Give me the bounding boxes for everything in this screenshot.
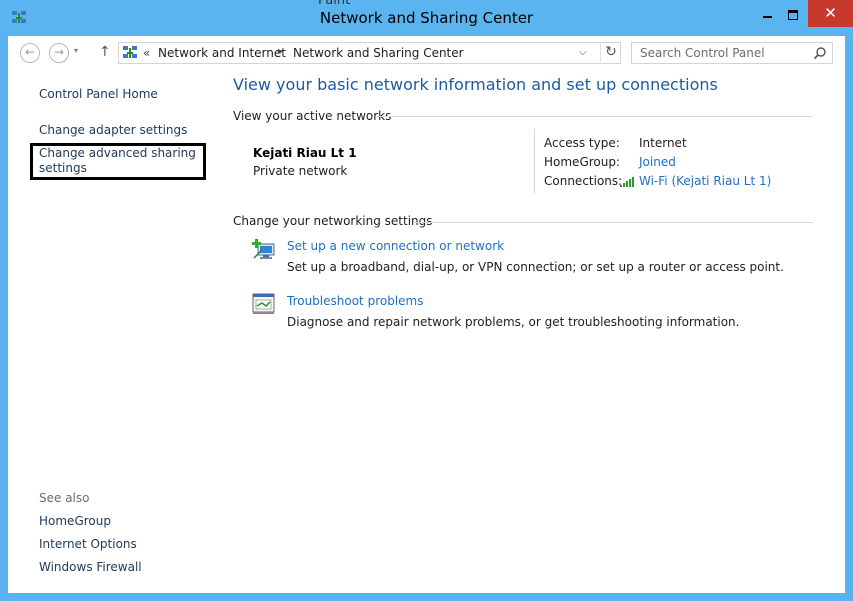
windows-firewall-link[interactable]: Windows Firewall: [39, 560, 142, 574]
see-also-heading: See also: [39, 491, 90, 505]
highlight-annotation-box: [30, 143, 206, 180]
troubleshoot-problems-link[interactable]: Troubleshoot problems: [287, 294, 423, 308]
wifi-connection-link[interactable]: Wi-Fi (Kejati Riau Lt 1): [639, 174, 771, 188]
address-dropdown-icon[interactable]: ⌵: [579, 47, 587, 58]
setup-new-connection-link[interactable]: Set up a new connection or network: [287, 239, 504, 253]
close-button[interactable]: ✕: [808, 0, 853, 27]
address-bar[interactable]: « Network and Internet ▸ Network and Sha…: [118, 42, 621, 64]
network-name: Kejati Riau Lt 1: [253, 146, 357, 160]
minimize-button[interactable]: [755, 0, 781, 30]
refresh-button[interactable]: ↻: [600, 42, 621, 64]
close-icon: ✕: [824, 4, 837, 22]
troubleshoot-problems-description: Diagnose and repair network problems, or…: [287, 315, 740, 329]
internet-options-link[interactable]: Internet Options: [39, 537, 137, 551]
window-title: Network and Sharing Center: [319, 9, 534, 27]
navigation-bar: ← → ▾ ↑ « Network and Internet ▸ Network…: [8, 36, 845, 70]
title-bar[interactable]: Paint Network and Sharing Center ✕: [0, 0, 853, 36]
breadcrumb-network-and-internet[interactable]: Network and Internet: [158, 46, 286, 60]
vertical-divider: [534, 129, 535, 193]
homegroup-label: HomeGroup:: [544, 155, 621, 169]
forward-button[interactable]: →: [49, 43, 69, 63]
breadcrumb-separator-icon[interactable]: ▸: [278, 46, 283, 57]
access-type-label: Access type:: [544, 136, 620, 150]
background-window-title: Paint: [318, 0, 351, 8]
client-area: ← → ▾ ↑ « Network and Internet ▸ Network…: [8, 36, 845, 593]
page-title: View your basic network information and …: [233, 75, 718, 94]
control-panel-home-link[interactable]: Control Panel Home: [39, 87, 158, 101]
change-adapter-settings-link[interactable]: Change adapter settings: [39, 123, 187, 137]
section-divider: [376, 116, 813, 117]
back-button[interactable]: ←: [20, 43, 40, 63]
new-connection-icon: [252, 239, 275, 259]
setup-new-connection-description: Set up a broadband, dial-up, or VPN conn…: [287, 260, 784, 274]
connections-label: Connections:: [544, 174, 623, 188]
search-icon[interactable]: [813, 46, 827, 60]
wifi-signal-icon: [620, 177, 634, 187]
up-button[interactable]: ↑: [99, 44, 111, 60]
troubleshoot-icon: [252, 293, 275, 314]
network-category: Private network: [253, 164, 348, 178]
section-divider: [413, 222, 813, 223]
homegroup-joined-link[interactable]: Joined: [639, 155, 676, 169]
window-frame: Paint Network and Sharing Center ✕ ← → ▾…: [0, 0, 853, 601]
breadcrumb-network-and-sharing-center[interactable]: Network and Sharing Center: [293, 46, 464, 60]
search-box[interactable]: [631, 42, 833, 64]
maximize-button[interactable]: [781, 0, 807, 30]
breadcrumb-overflow-icon[interactable]: «: [143, 46, 150, 60]
homegroup-link[interactable]: HomeGroup: [39, 514, 111, 528]
control-panel-icon: [123, 46, 137, 58]
recent-locations-button[interactable]: ▾: [74, 46, 78, 55]
networking-settings-heading: Change your networking settings: [233, 214, 433, 228]
active-networks-heading: View your active networks: [233, 109, 392, 123]
access-type-value: Internet: [639, 136, 687, 150]
search-input[interactable]: [640, 46, 810, 60]
